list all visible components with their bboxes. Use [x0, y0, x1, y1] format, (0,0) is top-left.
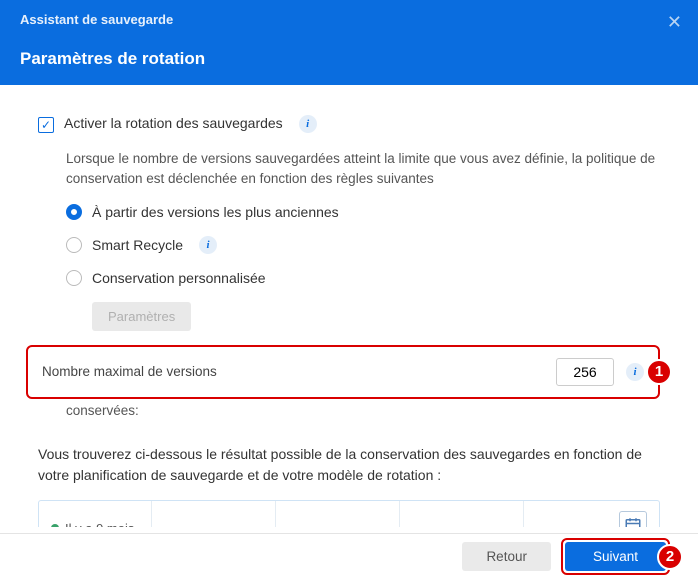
- radio-smart-recycle[interactable]: [66, 237, 82, 253]
- check-icon: ✓: [41, 118, 51, 132]
- close-button[interactable]: ✕: [667, 12, 682, 33]
- next-button-callout: Suivant 2: [561, 538, 670, 575]
- wizard-footer: Retour Suivant 2: [0, 533, 698, 579]
- marker-label: Il y a 9 mois: [65, 521, 134, 528]
- radio-oldest-first[interactable]: [66, 204, 82, 220]
- content-area: ✓ Activer la rotation des sauvegardes i …: [0, 85, 698, 527]
- radio-custom[interactable]: [66, 270, 82, 286]
- info-icon[interactable]: i: [299, 115, 317, 133]
- callout-badge-2: 2: [657, 544, 683, 570]
- wizard-header: Assistant de sauvegarde ✕ Paramètres de …: [0, 0, 698, 85]
- radio-oldest-label: À partir des versions les plus anciennes: [92, 204, 339, 220]
- preview-description: Vous trouverez ci-dessous le résultat po…: [38, 444, 660, 486]
- custom-settings-button: Paramètres: [92, 302, 191, 331]
- page-title: Paramètres de rotation: [20, 49, 678, 69]
- max-versions-input[interactable]: [556, 358, 614, 386]
- marker-dot-icon: [51, 524, 59, 527]
- retention-timeline: Il y a 9 mois )): [38, 500, 660, 528]
- radio-custom-label: Conservation personnalisée: [92, 270, 266, 286]
- radio-smart-label: Smart Recycle: [92, 237, 183, 253]
- wizard-title: Assistant de sauvegarde: [20, 12, 678, 27]
- back-button[interactable]: Retour: [462, 542, 551, 571]
- conserved-label: conservées:: [66, 403, 660, 418]
- timeline-marker: Il y a 9 mois: [51, 521, 134, 528]
- max-versions-row: Nombre maximal de versions i 1: [26, 345, 660, 399]
- info-icon[interactable]: i: [626, 363, 644, 381]
- rotation-description: Lorsque le nombre de versions sauvegardé…: [66, 149, 660, 190]
- calendar-icon: [624, 516, 642, 528]
- retention-radio-group: À partir des versions les plus anciennes…: [66, 204, 660, 341]
- calendar-button[interactable]: [619, 511, 647, 528]
- next-button[interactable]: Suivant: [565, 542, 666, 571]
- info-icon[interactable]: i: [199, 236, 217, 254]
- enable-rotation-checkbox[interactable]: ✓: [38, 117, 54, 133]
- enable-rotation-label: Activer la rotation des sauvegardes: [64, 115, 283, 131]
- max-versions-label: Nombre maximal de versions: [42, 364, 556, 379]
- callout-badge-1: 1: [646, 359, 672, 385]
